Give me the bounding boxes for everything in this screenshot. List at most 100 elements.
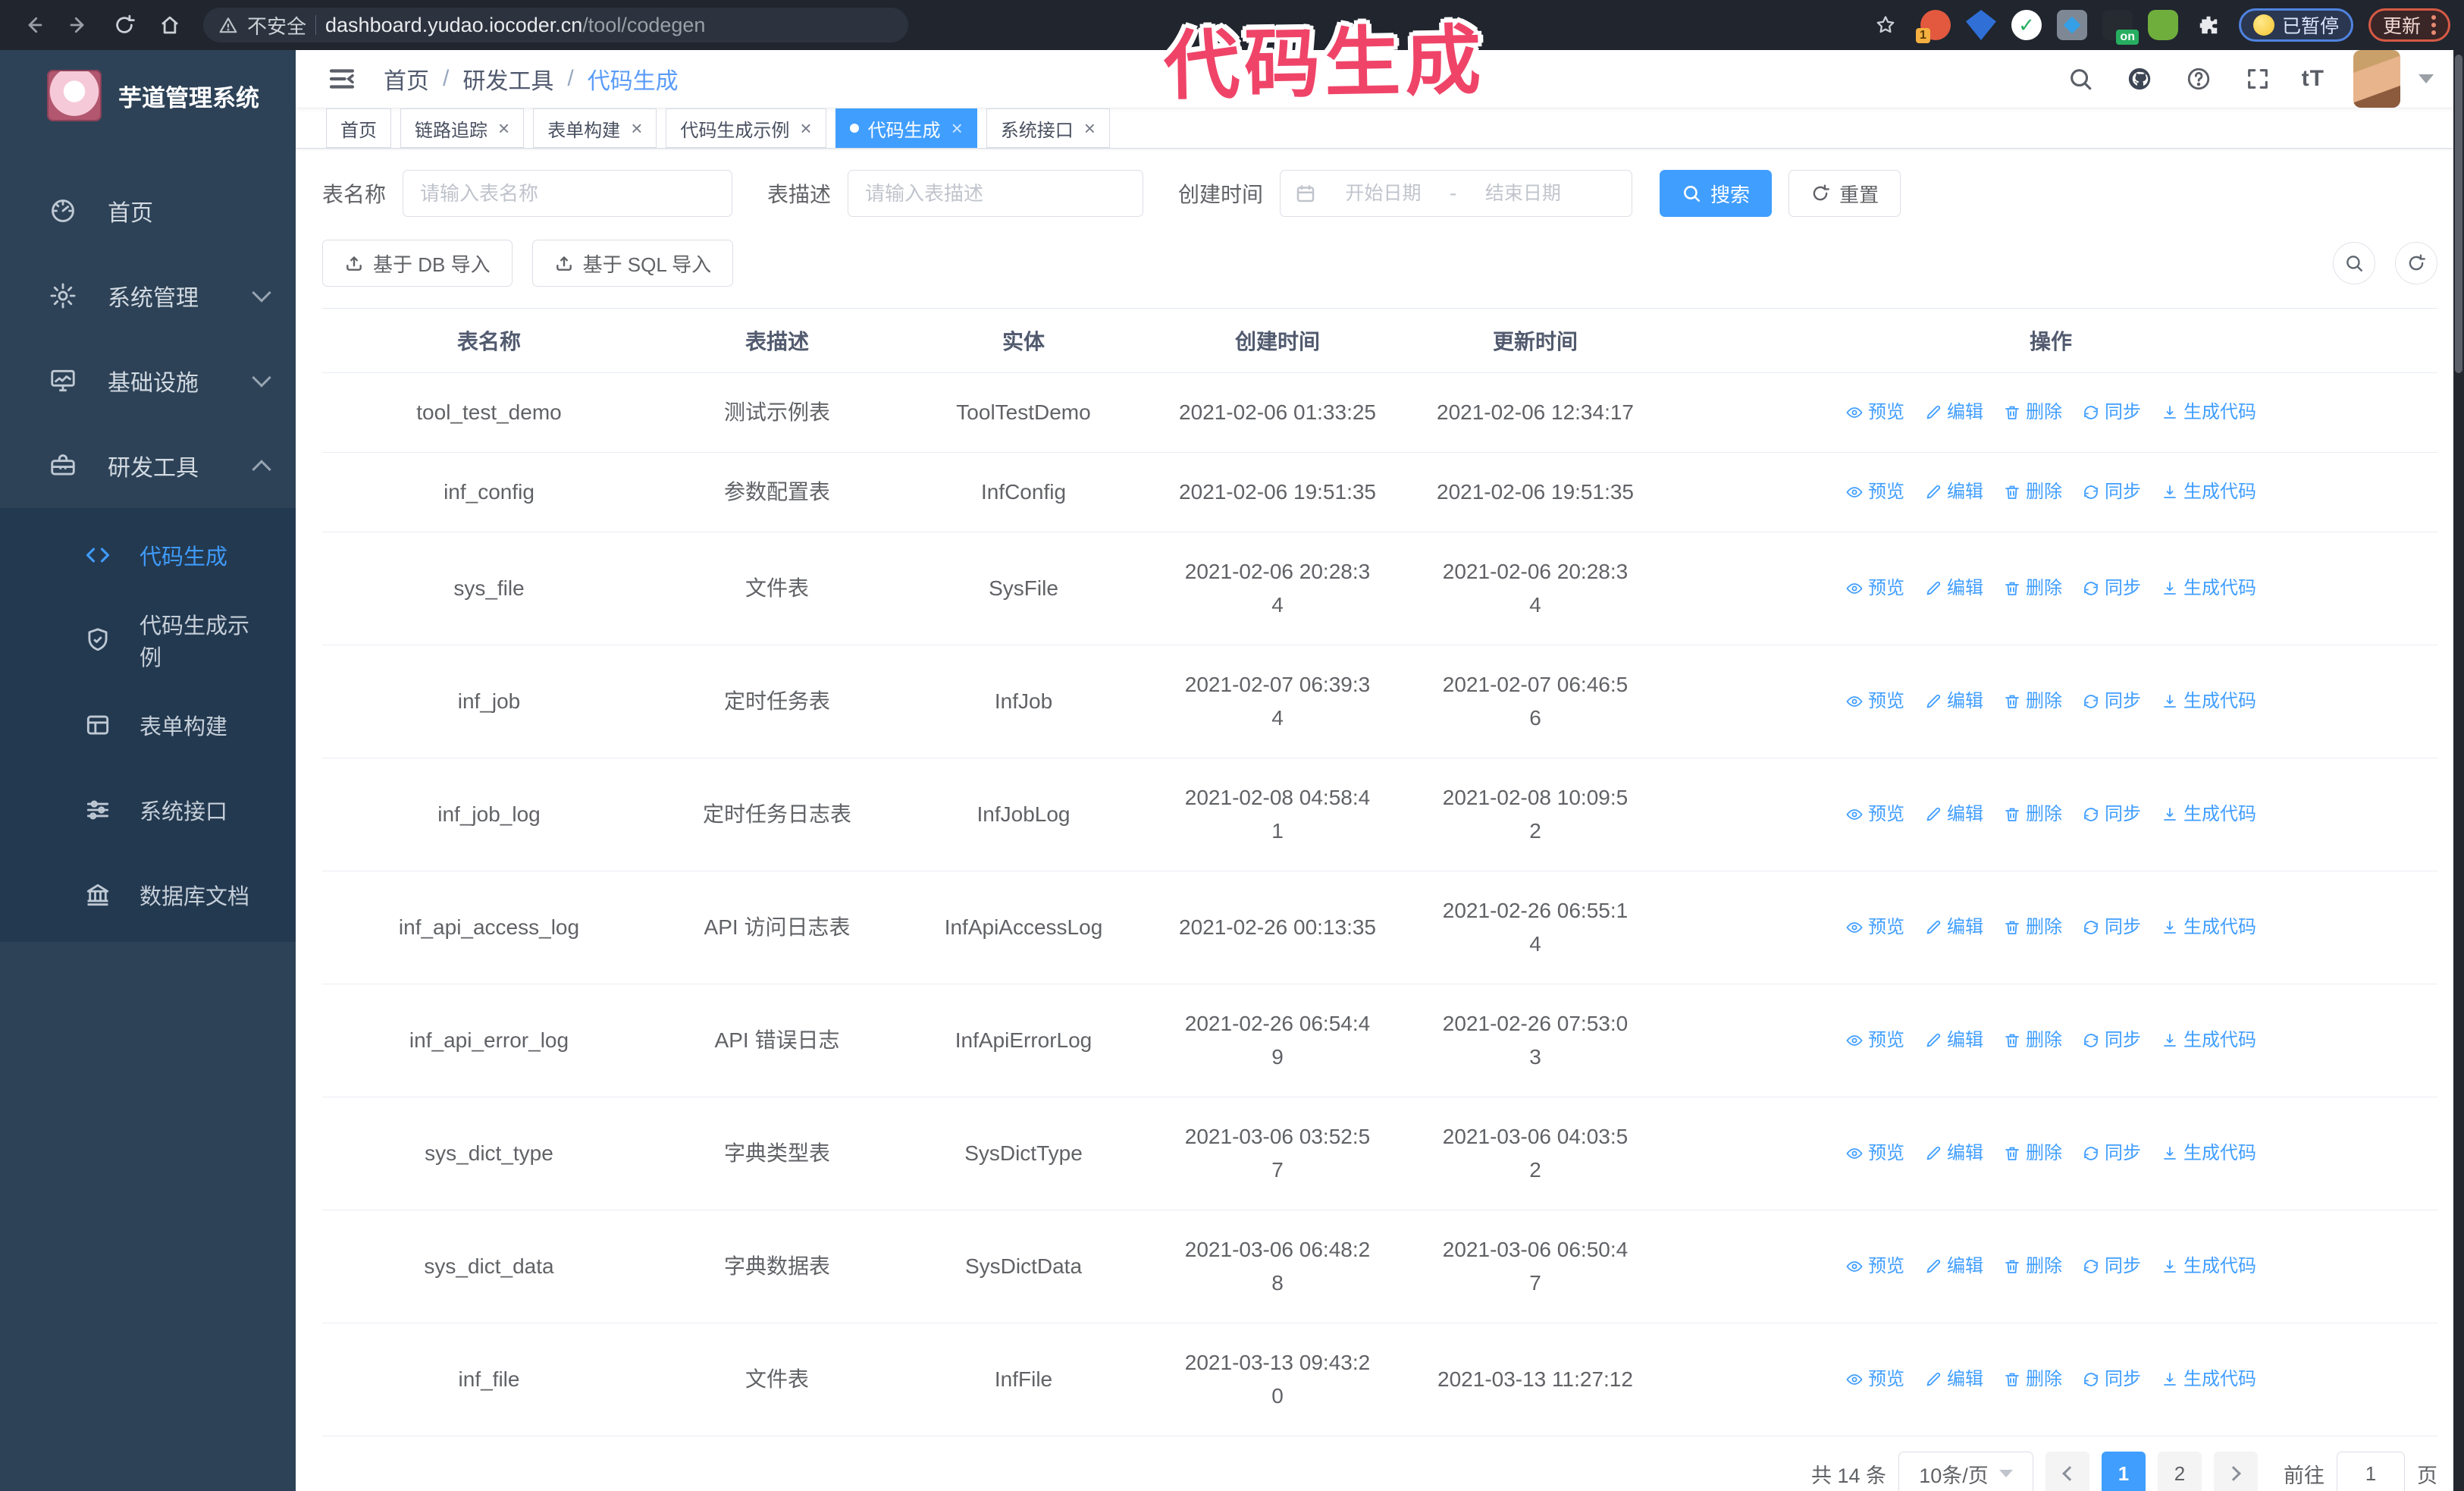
hamburger-icon[interactable] xyxy=(326,63,358,95)
sync-link[interactable]: 同步 xyxy=(2082,1137,2141,1170)
delete-link[interactable]: 删除 xyxy=(2003,798,2062,831)
delete-link[interactable]: 删除 xyxy=(2003,1363,2062,1396)
tab-4[interactable]: 代码生成示例 × xyxy=(666,108,826,148)
edit-link[interactable]: 编辑 xyxy=(1924,1137,1983,1170)
preview-link[interactable]: 预览 xyxy=(1845,396,1904,429)
extension-check-icon[interactable]: ✓ xyxy=(2011,10,2042,40)
sync-link[interactable]: 同步 xyxy=(2082,1024,2141,1057)
refresh-table-button[interactable] xyxy=(2395,242,2437,284)
sidebar-item[interactable]: 基础设施 xyxy=(0,338,296,423)
tab-2[interactable]: 链路追踪 × xyxy=(400,108,525,148)
preview-link[interactable]: 预览 xyxy=(1845,798,1904,831)
sidebar-item[interactable]: 系统管理 xyxy=(0,253,296,338)
generate-code-link[interactable]: 生成代码 xyxy=(2161,476,2256,509)
next-page-button[interactable] xyxy=(2214,1452,2258,1491)
generate-code-link[interactable]: 生成代码 xyxy=(2161,1363,2256,1396)
sidebar-item[interactable]: 研发工具 xyxy=(0,423,296,508)
goto-page-input[interactable] xyxy=(2337,1452,2405,1491)
update-button[interactable]: 更新 xyxy=(2368,8,2450,42)
sync-link[interactable]: 同步 xyxy=(2082,1363,2141,1396)
sync-link[interactable]: 同步 xyxy=(2082,572,2141,605)
close-icon[interactable]: × xyxy=(631,118,642,138)
github-icon[interactable] xyxy=(2124,64,2155,94)
extension-gem-icon[interactable] xyxy=(1965,10,1996,40)
sync-link[interactable]: 同步 xyxy=(2082,685,2141,718)
preview-link[interactable]: 预览 xyxy=(1845,572,1904,605)
edit-link[interactable]: 编辑 xyxy=(1924,1363,1983,1396)
table-desc-input[interactable] xyxy=(848,170,1144,217)
tab-1[interactable]: 首页 xyxy=(326,108,391,148)
preview-link[interactable]: 预览 xyxy=(1845,1250,1904,1283)
table-name-input[interactable] xyxy=(403,170,733,217)
delete-link[interactable]: 删除 xyxy=(2003,476,2062,509)
delete-link[interactable]: 删除 xyxy=(2003,1137,2062,1170)
generate-code-link[interactable]: 生成代码 xyxy=(2161,396,2256,429)
font-size-icon[interactable]: tT xyxy=(2302,66,2324,92)
delete-link[interactable]: 删除 xyxy=(2003,1024,2062,1057)
tab-5[interactable]: 代码生成 × xyxy=(835,108,977,148)
sync-link[interactable]: 同步 xyxy=(2082,911,2141,944)
url-text[interactable]: dashboard.yudao.iocoder.cn/tool/codegen xyxy=(325,14,705,37)
sync-link[interactable]: 同步 xyxy=(2082,476,2141,509)
logo-row[interactable]: 芋道管理系统 xyxy=(0,50,296,141)
security-label[interactable]: 不安全 xyxy=(247,11,306,39)
kebab-menu-icon[interactable] xyxy=(2431,15,2436,35)
edit-link[interactable]: 编辑 xyxy=(1924,476,1983,509)
close-icon[interactable]: × xyxy=(951,118,963,138)
edit-link[interactable]: 编辑 xyxy=(1924,911,1983,944)
extension-monkey-icon[interactable] xyxy=(2147,10,2178,40)
close-icon[interactable]: × xyxy=(498,118,509,138)
start-date-input[interactable] xyxy=(1324,182,1443,205)
toggle-search-button[interactable] xyxy=(2333,242,2375,284)
fullscreen-icon[interactable] xyxy=(2243,64,2273,94)
avatar[interactable] xyxy=(2353,50,2400,108)
back-icon[interactable] xyxy=(14,5,53,45)
scrollbar-thumb[interactable] xyxy=(2455,55,2462,373)
breadcrumb-dev-tools[interactable]: 研发工具 xyxy=(462,62,553,96)
import-db-button[interactable]: 基于 DB 导入 xyxy=(322,240,513,287)
generate-code-link[interactable]: 生成代码 xyxy=(2161,685,2256,718)
extensions-puzzle-icon[interactable] xyxy=(2193,10,2224,40)
reload-icon[interactable] xyxy=(105,5,144,45)
delete-link[interactable]: 删除 xyxy=(2003,572,2062,605)
sidebar-subitem[interactable]: 数据库文档 xyxy=(0,852,296,937)
generate-code-link[interactable]: 生成代码 xyxy=(2161,1137,2256,1170)
edit-link[interactable]: 编辑 xyxy=(1924,572,1983,605)
forward-icon[interactable] xyxy=(59,5,99,45)
delete-link[interactable]: 删除 xyxy=(2003,1250,2062,1283)
edit-link[interactable]: 编辑 xyxy=(1924,1024,1983,1057)
search-button[interactable]: 搜索 xyxy=(1660,170,1773,217)
close-icon[interactable]: × xyxy=(1084,118,1096,138)
edit-link[interactable]: 编辑 xyxy=(1924,798,1983,831)
preview-link[interactable]: 预览 xyxy=(1845,1363,1904,1396)
edit-link[interactable]: 编辑 xyxy=(1924,1250,1983,1283)
breadcrumb-home[interactable]: 首页 xyxy=(384,62,429,96)
sidebar-subitem[interactable]: 代码生成 xyxy=(0,513,296,598)
preview-link[interactable]: 预览 xyxy=(1845,911,1904,944)
delete-link[interactable]: 删除 xyxy=(2003,685,2062,718)
sidebar-subitem[interactable]: 代码生成示例 xyxy=(0,598,296,683)
caret-down-icon[interactable] xyxy=(2419,74,2434,83)
preview-link[interactable]: 预览 xyxy=(1845,685,1904,718)
sidebar-item[interactable]: 首页 xyxy=(0,168,296,253)
preview-link[interactable]: 预览 xyxy=(1845,1024,1904,1057)
tab-3[interactable]: 表单构建 × xyxy=(533,108,657,148)
help-icon[interactable] xyxy=(2183,64,2214,94)
address-bar[interactable]: 不安全 dashboard.yudao.iocoder.cn/tool/code… xyxy=(203,8,908,42)
generate-code-link[interactable]: 生成代码 xyxy=(2161,1250,2256,1283)
paused-badge[interactable]: 已暂停 xyxy=(2238,8,2353,42)
search-icon[interactable] xyxy=(2065,64,2096,94)
delete-link[interactable]: 删除 xyxy=(2003,396,2062,429)
preview-link[interactable]: 预览 xyxy=(1845,1137,1904,1170)
sidebar-subitem[interactable]: 系统接口 xyxy=(0,767,296,852)
generate-code-link[interactable]: 生成代码 xyxy=(2161,572,2256,605)
sync-link[interactable]: 同步 xyxy=(2082,396,2141,429)
edit-link[interactable]: 编辑 xyxy=(1924,396,1983,429)
generate-code-link[interactable]: 生成代码 xyxy=(2161,798,2256,831)
page-number-button[interactable]: 1 xyxy=(2102,1452,2146,1491)
sync-link[interactable]: 同步 xyxy=(2082,1250,2141,1283)
generate-code-link[interactable]: 生成代码 xyxy=(2161,911,2256,944)
bookmark-star-icon[interactable] xyxy=(1866,5,1905,45)
page-size-select[interactable]: 10条/页 xyxy=(1898,1452,2033,1491)
import-sql-button[interactable]: 基于 SQL 导入 xyxy=(531,240,734,287)
